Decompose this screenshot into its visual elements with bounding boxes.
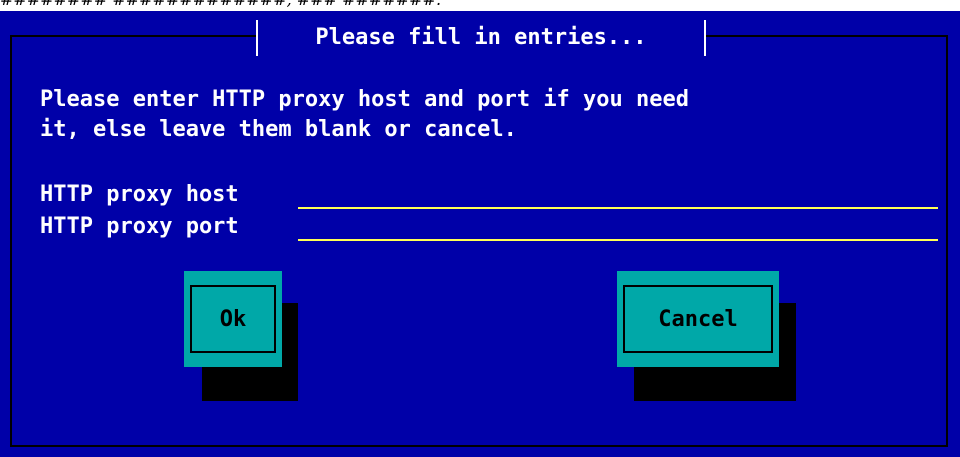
ok-button-label: Ok xyxy=(190,285,276,353)
dialog-title: Please fill in entries... xyxy=(315,25,647,50)
proxy-port-label: HTTP proxy port xyxy=(40,214,239,239)
background-banner-text: ######## #############, ### #######. xyxy=(0,0,960,11)
proxy-host-input[interactable] xyxy=(298,181,938,209)
ok-button[interactable]: Ok xyxy=(184,271,282,367)
dialog-title-box: Please fill in entries... xyxy=(256,20,706,56)
cancel-button-label: Cancel xyxy=(623,285,773,353)
proxy-host-label: HTTP proxy host xyxy=(40,182,239,207)
cancel-button[interactable]: Cancel xyxy=(617,271,779,367)
proxy-port-input[interactable] xyxy=(298,213,938,241)
proxy-dialog: Please fill in entries... Please enter H… xyxy=(0,11,960,457)
screen: ######## #############, ### #######. Ple… xyxy=(0,0,960,457)
field-row-proxy-host: HTTP proxy host xyxy=(40,181,940,209)
field-row-proxy-port: HTTP proxy port xyxy=(40,213,940,241)
dialog-message: Please enter HTTP proxy host and port if… xyxy=(40,87,690,142)
